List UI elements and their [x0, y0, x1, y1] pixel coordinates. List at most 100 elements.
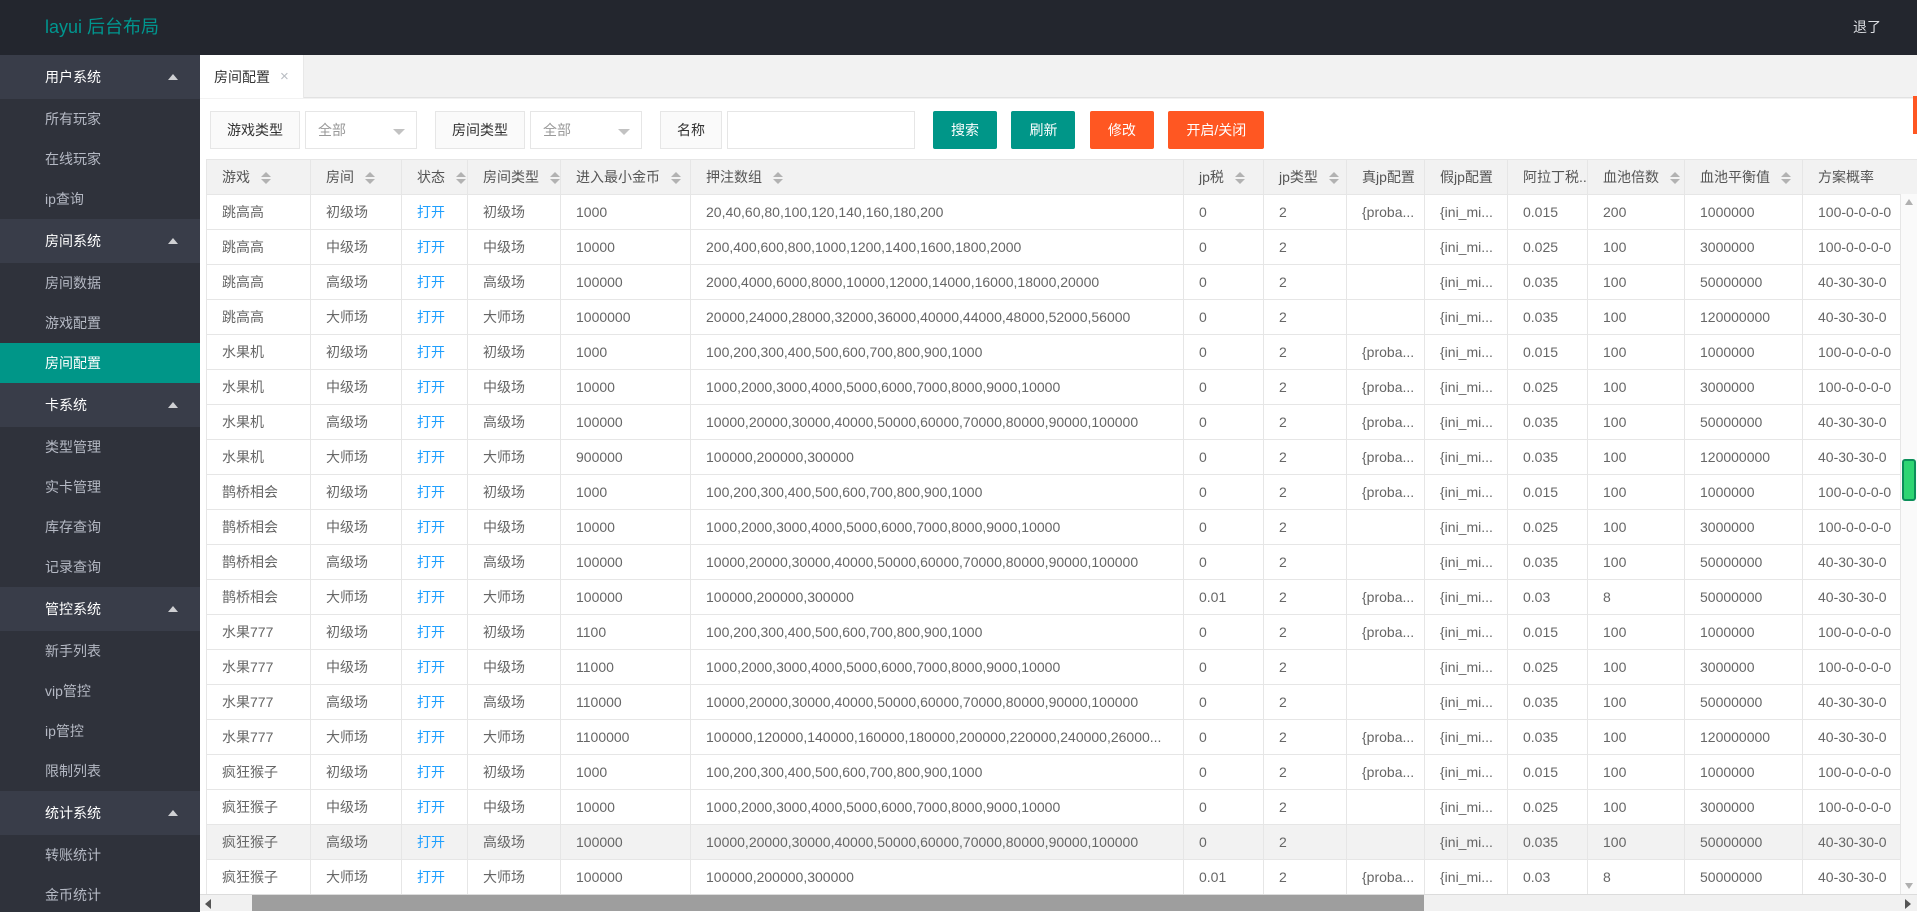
column-header[interactable]: 状态	[401, 159, 468, 195]
sort-caret-icons[interactable]	[455, 172, 466, 185]
name-input[interactable]	[727, 111, 915, 149]
column-header[interactable]: 房间类型	[467, 159, 561, 195]
logout-link[interactable]: 退了	[1853, 0, 1881, 55]
toolbar-button[interactable]: 刷新	[1011, 111, 1076, 149]
status-link[interactable]: 打开	[417, 519, 445, 535]
column-header[interactable]: jp类型	[1263, 159, 1347, 195]
status-link[interactable]: 打开	[417, 414, 445, 430]
status-link[interactable]: 打开	[417, 624, 445, 640]
column-header[interactable]: 假jp配置	[1424, 159, 1508, 195]
cell-room-type: 初级场	[467, 754, 561, 790]
sidebar-item-label: vip管控	[45, 683, 91, 699]
vertical-scrollbar[interactable]	[1900, 194, 1917, 894]
status-link[interactable]: 打开	[417, 589, 445, 605]
sidebar-item[interactable]: 库存查询	[0, 507, 200, 547]
tab-room-config[interactable]: 房间配置 ×	[200, 55, 304, 98]
column-header[interactable]: 游戏	[206, 159, 311, 195]
column-header[interactable]: 房间	[310, 159, 402, 195]
sidebar-item[interactable]: 房间系统	[0, 219, 200, 263]
sort-caret-icons[interactable]	[1328, 172, 1339, 185]
cell-bet-array: 100,200,300,400,500,600,700,800,900,1000	[690, 614, 1184, 650]
sort-caret-icons[interactable]	[549, 172, 560, 185]
sidebar-item[interactable]: 卡系统	[0, 383, 200, 427]
status-link[interactable]: 打开	[417, 379, 445, 395]
column-header[interactable]: 方案概率	[1802, 159, 1917, 195]
sort-caret-icons[interactable]	[260, 172, 271, 185]
status-link[interactable]: 打开	[417, 869, 445, 885]
toolbar-button[interactable]: 开启/关闭	[1168, 111, 1265, 149]
status-link[interactable]: 打开	[417, 554, 445, 570]
game-type-select[interactable]: 全部	[305, 111, 417, 149]
toolbar-button[interactable]: 搜索	[933, 111, 997, 149]
cell-room-type: 高级场	[467, 544, 561, 580]
column-header[interactable]: 阿拉丁税..	[1507, 159, 1588, 195]
sort-caret-icons[interactable]	[1669, 172, 1680, 185]
status-link[interactable]: 打开	[417, 449, 445, 465]
status-link[interactable]: 打开	[417, 309, 445, 325]
sidebar-item[interactable]: 限制列表	[0, 751, 200, 791]
scroll-right-icon[interactable]	[1905, 899, 1911, 909]
cell-min-coin: 100000	[560, 824, 691, 860]
room-type-select[interactable]: 全部	[530, 111, 642, 149]
sidebar-item[interactable]: 实卡管理	[0, 467, 200, 507]
scroll-left-icon[interactable]	[205, 899, 211, 909]
cell-aladdin-tax: 0.035	[1507, 299, 1588, 335]
status-link[interactable]: 打开	[417, 834, 445, 850]
status-link[interactable]: 打开	[417, 274, 445, 290]
status-link[interactable]: 打开	[417, 204, 445, 220]
status-link[interactable]: 打开	[417, 694, 445, 710]
sidebar-item[interactable]: 所有玩家	[0, 99, 200, 139]
sidebar-item[interactable]: 房间配置	[0, 343, 200, 383]
sidebar-item[interactable]: 在线玩家	[0, 139, 200, 179]
sidebar-item[interactable]: 类型管理	[0, 427, 200, 467]
column-header[interactable]: 血池倍数	[1587, 159, 1685, 195]
sidebar-item[interactable]: 房间数据	[0, 263, 200, 303]
sort-caret-icons[interactable]	[772, 172, 783, 185]
sort-caret-icons[interactable]	[670, 172, 681, 185]
sidebar-item[interactable]: 记录查询	[0, 547, 200, 587]
page-scrollbar-thumb[interactable]	[1913, 96, 1917, 134]
status-link[interactable]: 打开	[417, 764, 445, 780]
cell-status: 打开	[401, 684, 468, 720]
status-link[interactable]: 打开	[417, 484, 445, 500]
sort-caret-icons[interactable]	[1780, 172, 1791, 185]
sidebar-item[interactable]: 用户系统	[0, 55, 200, 99]
sidebar-item[interactable]: 统计系统	[0, 791, 200, 835]
column-header[interactable]: jp税	[1183, 159, 1264, 195]
scroll-down-icon[interactable]	[1905, 883, 1913, 889]
close-icon[interactable]: ×	[280, 69, 289, 84]
cell-min-coin: 100000	[560, 404, 691, 440]
sidebar-item[interactable]: ip管控	[0, 711, 200, 751]
sort-caret-icons[interactable]	[1234, 172, 1245, 185]
cell-status: 打开	[401, 264, 468, 300]
sidebar-item-label: 房间配置	[45, 355, 101, 371]
status-link[interactable]: 打开	[417, 344, 445, 360]
status-link[interactable]: 打开	[417, 729, 445, 745]
column-header[interactable]: 血池平衡值	[1684, 159, 1803, 195]
scroll-up-icon[interactable]	[1905, 199, 1913, 205]
status-link[interactable]: 打开	[417, 799, 445, 815]
sidebar-item[interactable]: 转账统计	[0, 835, 200, 875]
status-link[interactable]: 打开	[417, 659, 445, 675]
sidebar-item[interactable]: 管控系统	[0, 587, 200, 631]
horizontal-scrollbar-thumb[interactable]	[252, 895, 1424, 911]
table-row: 疯狂猴子 高级场 打开 高级场 100000 10000,20000,30000…	[206, 824, 1917, 860]
column-header[interactable]: 进入最小金币	[560, 159, 691, 195]
sidebar-item[interactable]: vip管控	[0, 671, 200, 711]
column-header[interactable]: 押注数组	[690, 159, 1184, 195]
sidebar-item[interactable]: ip查询	[0, 179, 200, 219]
toolbar-button[interactable]: 修改	[1089, 111, 1154, 149]
vertical-scrollbar-thumb[interactable]	[1902, 459, 1916, 501]
column-header[interactable]: 真jp配置	[1346, 159, 1425, 195]
cell-aladdin-tax: 0.025	[1507, 509, 1588, 545]
app-logo[interactable]: layui 后台布局	[45, 0, 159, 55]
sidebar-item[interactable]: 金币统计	[0, 875, 200, 912]
cell-game: 水果777	[206, 649, 311, 685]
horizontal-scrollbar[interactable]	[200, 894, 1917, 911]
sidebar-item[interactable]: 新手列表	[0, 631, 200, 671]
status-link[interactable]: 打开	[417, 239, 445, 255]
sort-caret-icons[interactable]	[364, 172, 375, 185]
sidebar-item[interactable]: 游戏配置	[0, 303, 200, 343]
cell-status: 打开	[401, 299, 468, 335]
cell-min-coin: 10000	[560, 509, 691, 545]
